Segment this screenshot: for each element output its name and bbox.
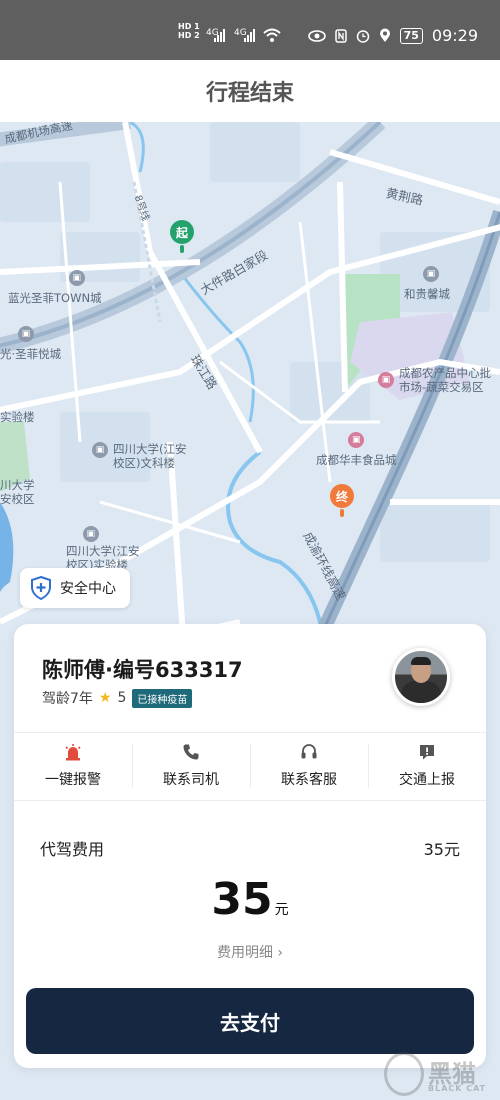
poi-label-line2: 安校区 xyxy=(0,492,35,506)
start-pin-label: 起 xyxy=(175,225,188,240)
poi-label: 实验楼 xyxy=(0,410,35,424)
nfc-icon xyxy=(334,28,347,43)
chevron-right-icon: › xyxy=(277,945,284,961)
battery-level: 75 xyxy=(399,27,423,44)
poi-nongchanpin[interactable]: ▣ 成都农产品中心批 市场-蔬菜交易区 xyxy=(378,366,491,394)
poi-scu-wenke[interactable]: ▣ 四川大学(江安 校区)文科楼 xyxy=(92,442,187,470)
driver-rating: 5 xyxy=(117,690,127,706)
poi-label-line1: 四川大学(江安 xyxy=(113,442,187,456)
location-icon xyxy=(379,28,390,42)
traffic-report-button[interactable]: 交通上报 xyxy=(368,732,486,800)
action-label: 联系客服 xyxy=(281,772,337,788)
poi-label-line2: 校区)文科楼 xyxy=(113,456,175,470)
sim2-label: HD 2 xyxy=(178,31,200,40)
watermark: 黑猫 BLACK CAT xyxy=(384,1052,492,1098)
poi-label-line1: 川大学 xyxy=(0,478,35,492)
poi-languang-town[interactable]: ▣ 蓝光圣菲TOWN城 xyxy=(8,270,102,305)
building-icon: ▣ xyxy=(423,266,439,282)
building-icon: ▣ xyxy=(92,442,108,458)
headset-icon xyxy=(301,744,317,759)
poi-label: 四川大学(江安 校区)文科楼 xyxy=(113,442,187,470)
safety-center-label: 安全中心 xyxy=(60,581,116,597)
poi-label: 蓝光圣菲TOWN城 xyxy=(8,291,102,305)
poi-heguixin[interactable]: ▣ 和贵馨城 xyxy=(404,266,450,301)
poi-shiyanlou[interactable]: 实验楼 xyxy=(0,410,35,424)
clock: 09:29 xyxy=(431,26,478,45)
vaccine-badge: 已接种疫苗 xyxy=(132,688,193,708)
safety-center-button[interactable]: 安全中心 xyxy=(20,568,130,608)
network-label-2: 4G xyxy=(234,28,247,38)
poi-label: 和贵馨城 xyxy=(404,287,450,301)
poi-feiyue[interactable]: ▣ 光·圣菲悦城 xyxy=(0,326,61,361)
fee-detail-link[interactable]: 费用明细 › xyxy=(14,942,486,962)
end-pin-label: 终 xyxy=(335,489,348,504)
poi-label-line1: 成都农产品中心批 xyxy=(399,366,491,380)
building-icon: ▣ xyxy=(68,270,85,286)
page-title: 行程结束 xyxy=(205,81,294,106)
poi-label-line2: 市场-蔬菜交易区 xyxy=(399,380,484,394)
market-icon: ▣ xyxy=(378,372,394,388)
network-label-1: 4G xyxy=(206,28,219,38)
building-icon: ▣ xyxy=(18,326,34,342)
alarm-icon xyxy=(65,744,81,761)
end-pin[interactable]: 终 xyxy=(330,484,354,517)
fee-label: 代驾费用 xyxy=(40,840,105,859)
poi-label-line1: 四川大学(江安 xyxy=(66,544,140,558)
poi-label: 光·圣菲悦城 xyxy=(0,347,62,361)
price-unit: 元 xyxy=(274,902,289,918)
phone-icon xyxy=(183,744,199,760)
building-icon: ▣ xyxy=(82,526,99,542)
eye-icon xyxy=(307,29,326,42)
avatar-body xyxy=(401,681,441,703)
market-icon: ▣ xyxy=(348,432,365,448)
emergency-alarm-button[interactable]: 一键报警 xyxy=(14,732,132,800)
driver-experience: 驾龄7年 xyxy=(42,691,93,707)
price-amount: 35 xyxy=(211,874,273,925)
driver-avatar[interactable] xyxy=(392,648,450,706)
wifi-icon xyxy=(263,28,281,42)
shield-icon xyxy=(31,576,51,600)
driver-meta: 驾龄7年 ★ 5 已接种疫苗 xyxy=(42,688,193,708)
cat-logo-icon xyxy=(384,1052,424,1096)
status-bar: HD 1 HD 2 4G 4G 75 09:29 xyxy=(0,0,500,60)
sim1-label: HD 1 xyxy=(178,22,200,31)
status-right: 75 09:29 xyxy=(307,26,478,45)
star-icon: ★ xyxy=(98,690,112,706)
poi-scu-left[interactable]: 川大学 安校区 xyxy=(0,478,35,506)
fee-detail-label: 费用明细 xyxy=(216,945,273,961)
action-label: 联系司机 xyxy=(163,772,219,788)
fee-value: 35元 xyxy=(423,840,460,859)
fee-row: 代驾费用 35元 xyxy=(40,836,460,860)
avatar-hair xyxy=(411,657,431,665)
report-icon xyxy=(420,745,434,760)
sim-indicators: HD 1 HD 2 xyxy=(178,22,200,40)
divider xyxy=(14,800,486,801)
driver-name: 陈师傅·编号633317 xyxy=(42,658,243,682)
poi-scu-shiyan[interactable]: ▣ 四川大学(江安 校区)实验楼 xyxy=(66,526,140,572)
contact-driver-button[interactable]: 联系司机 xyxy=(132,732,250,800)
start-pin[interactable]: 起 xyxy=(170,220,194,253)
page-header: 行程结束 xyxy=(0,60,500,122)
poi-label: 成都农产品中心批 市场-蔬菜交易区 xyxy=(399,366,491,394)
action-label: 交通上报 xyxy=(399,772,455,788)
poi-huafeng[interactable]: ▣ 成都华丰食品城 xyxy=(316,432,397,467)
watermark-en: BLACK CAT xyxy=(428,1084,487,1093)
action-bar: 一键报警 联系司机 联系客服 交通上报 xyxy=(14,732,486,800)
alarm-clock-icon xyxy=(356,29,369,43)
poi-label: 成都华丰食品城 xyxy=(316,453,397,467)
poi-label: 川大学 安校区 xyxy=(0,478,35,506)
total-price: 35 元 xyxy=(14,874,486,925)
pay-button[interactable]: 去支付 xyxy=(26,988,474,1054)
trip-card: 陈师傅·编号633317 驾龄7年 ★ 5 已接种疫苗 一键报警 联系司机 联系… xyxy=(14,624,486,1068)
contact-service-button[interactable]: 联系客服 xyxy=(250,732,368,800)
action-label: 一键报警 xyxy=(45,772,101,788)
